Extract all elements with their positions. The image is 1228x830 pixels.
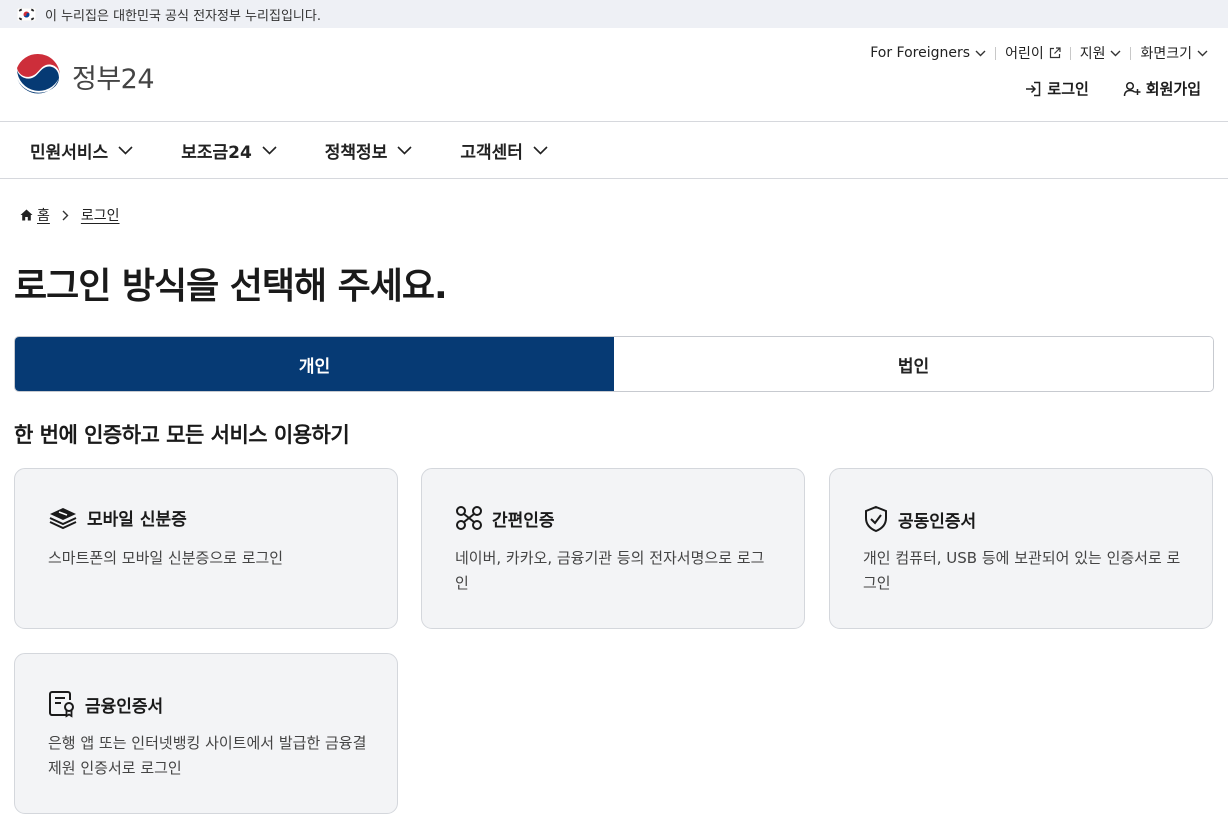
gov-banner: 이 누리집은 대한민국 공식 전자정부 누리집입니다. [0, 0, 1228, 28]
card-title: 간편인증 [492, 510, 555, 531]
auth-nav: 로그인 회원가입 [1024, 78, 1201, 99]
chevron-down-icon [262, 145, 277, 155]
card-description: 스마트폰의 모바일 신분증으로 로그인 [48, 549, 284, 567]
util-label: 화면크기 [1140, 46, 1192, 62]
chevron-down-icon [975, 50, 986, 56]
gov-emblem-icon [15, 53, 61, 99]
divider [1069, 46, 1071, 60]
nav-civil-service[interactable]: 민원서비스 [30, 138, 133, 163]
util-label: 어린이 [1005, 46, 1044, 62]
mobile-id-icon [49, 507, 77, 529]
home-icon [20, 209, 33, 221]
divider [1130, 46, 1132, 60]
main-nav: 민원서비스 보조금24 정책정보 고객센터 [0, 122, 1228, 179]
signup-label: 회원가입 [1145, 80, 1201, 98]
tab-corporate[interactable]: 법인 [614, 337, 1213, 391]
card-description: 개인 컴퓨터, USB 등에 보관되어 있는 인증서로 로그인 [863, 549, 1181, 592]
logo[interactable]: 정부24 [14, 52, 155, 100]
nav-customer-center[interactable]: 고객센터 [460, 138, 548, 163]
add-user-icon [1123, 81, 1141, 96]
breadcrumb: 홈 로그인 [20, 205, 120, 225]
signup-link[interactable]: 회원가입 [1123, 78, 1201, 99]
korea-flag-icon [17, 7, 36, 21]
util-label: 지원 [1079, 46, 1106, 62]
util-kids[interactable]: 어린이 [1005, 43, 1061, 63]
card-financial-certificate[interactable]: 금융인증서 은행 앱 또는 인터넷뱅킹 사이트에서 발급한 금융결제원 인증서로… [14, 653, 398, 814]
breadcrumb-home-link[interactable]: 홈 [37, 205, 50, 225]
util-for-foreigners[interactable]: For Foreigners [870, 45, 986, 61]
chevron-down-icon [533, 145, 548, 155]
header: 정부24 For Foreigners 어린이 지원 화면크기 로그인 회원가입 [0, 28, 1228, 122]
breadcrumb-current[interactable]: 로그인 [81, 205, 120, 225]
card-mobile-id[interactable]: 모바일 신분증 스마트폰의 모바일 신분증으로 로그인 [14, 468, 398, 629]
nav-label: 민원서비스 [30, 142, 109, 163]
nav-label: 보조금24 [181, 142, 252, 163]
card-title: 금융인증서 [85, 696, 164, 717]
nav-label: 정책정보 [324, 142, 388, 163]
simple-auth-icon [456, 506, 482, 530]
chevron-down-icon [397, 145, 412, 155]
nav-policy-info[interactable]: 정책정보 [325, 138, 413, 163]
certificate-icon [49, 691, 74, 718]
login-link[interactable]: 로그인 [1024, 78, 1089, 99]
page-title: 로그인 방식을 선택해 주세요. [14, 266, 448, 307]
divider [995, 46, 997, 60]
chevron-down-icon [1110, 50, 1121, 56]
external-link-icon [1049, 47, 1061, 59]
chevron-down-icon [1197, 50, 1208, 56]
nav-label: 고객센터 [460, 142, 523, 163]
tab-personal[interactable]: 개인 [15, 337, 614, 391]
chevron-right-icon [62, 210, 69, 221]
login-label: 로그인 [1047, 80, 1089, 98]
card-title: 공동인증서 [898, 511, 977, 532]
card-title: 모바일 신분증 [87, 510, 187, 530]
logo-text: 정부24 [72, 63, 155, 95]
util-support[interactable]: 지원 [1080, 43, 1122, 63]
chevron-down-icon [118, 145, 133, 155]
card-description: 네이버, 카카오, 금융기관 등의 전자서명으로 로그인 [455, 549, 765, 592]
utility-nav: For Foreigners 어린이 지원 화면크기 [870, 43, 1208, 63]
card-simple-auth[interactable]: 간편인증 네이버, 카카오, 금융기관 등의 전자서명으로 로그인 [421, 468, 805, 629]
login-icon [1026, 81, 1041, 96]
util-label: For Foreigners [870, 45, 971, 61]
breadcrumb-home[interactable]: 홈 [20, 205, 50, 225]
util-screen-size[interactable]: 화면크기 [1140, 43, 1208, 63]
section-title: 한 번에 인증하고 모든 서비스 이용하기 [14, 423, 350, 447]
card-description: 은행 앱 또는 인터넷뱅킹 사이트에서 발급한 금융결제원 인증서로 로그인 [48, 734, 367, 777]
nav-subsidy[interactable]: 보조금24 [181, 138, 277, 163]
shield-check-icon [865, 505, 887, 533]
login-type-tabs: 개인 법인 [14, 336, 1214, 392]
card-joint-certificate[interactable]: 공동인증서 개인 컴퓨터, USB 등에 보관되어 있는 인증서로 로그인 [829, 468, 1213, 629]
gov-banner-text: 이 누리집은 대한민국 공식 전자정부 누리집입니다. [45, 8, 321, 24]
